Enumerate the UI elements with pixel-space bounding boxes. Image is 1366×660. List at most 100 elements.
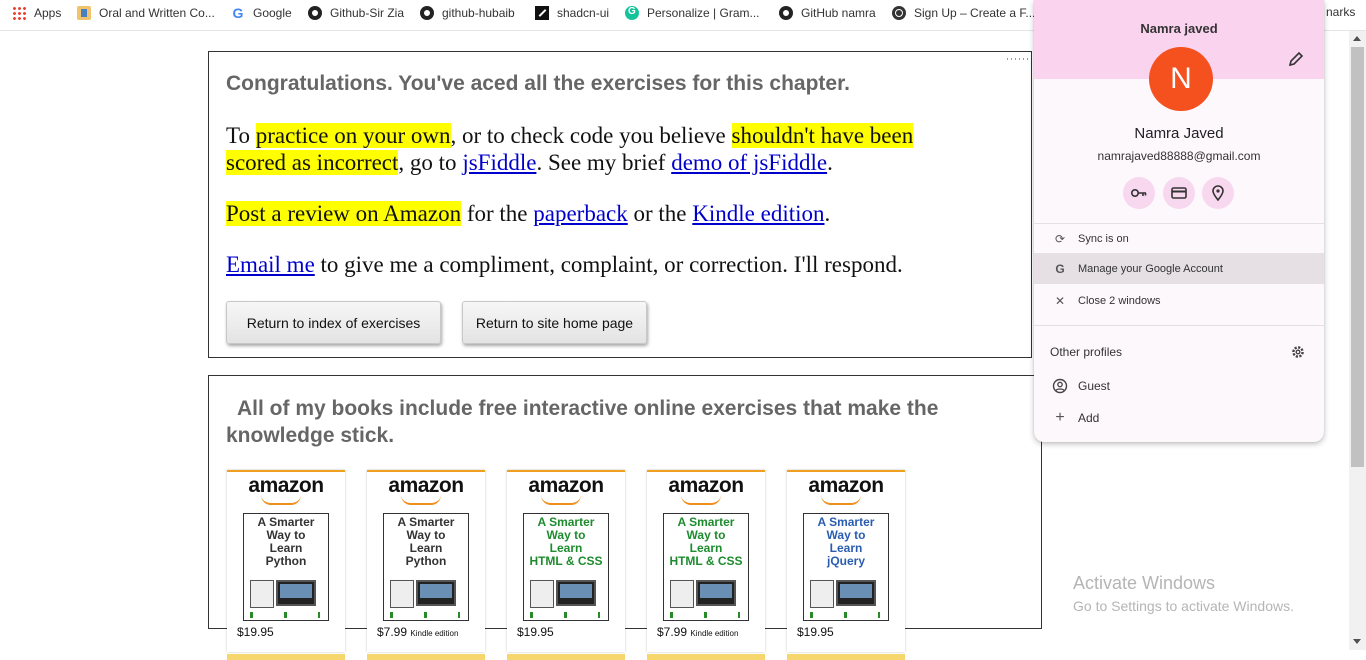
congrats-heading: Congratulations. You've aced all the exe… (226, 72, 850, 95)
cover-steps (250, 612, 320, 618)
buy-button[interactable] (227, 654, 345, 660)
tablet-icon (530, 580, 554, 608)
practice-paragraph: To practice on your own, or to check cod… (226, 123, 914, 148)
bookmark-google[interactable]: G Google (231, 4, 292, 22)
book-price: $7.99 Kindle edition (657, 625, 739, 639)
activate-windows-subtitle: Go to Settings to activate Windows. (1073, 598, 1294, 614)
book-price: $19.95 (237, 625, 274, 639)
highlight-text: Post a review on Amazon (226, 201, 462, 226)
bookmark-label: GitHub namra (801, 6, 876, 20)
grammarly-icon (625, 6, 639, 20)
scroll-down-icon[interactable] (1353, 639, 1361, 644)
tablet-icon (670, 580, 694, 608)
laptop-icon (556, 580, 596, 606)
amazon-smile-icon (821, 495, 861, 505)
addresses-button[interactable] (1202, 177, 1234, 209)
book-cover-title: A Smarter Way to Learn HTML & CSS (669, 515, 743, 568)
other-profiles-heading: Other profiles (1050, 345, 1123, 359)
key-icon (1130, 189, 1147, 198)
location-pin-icon (1212, 185, 1224, 202)
github-icon (779, 6, 793, 20)
guest-profile-item[interactable]: Guest (1034, 370, 1324, 401)
other-bookmarks[interactable]: narks (1326, 5, 1355, 19)
jsfiddle-link[interactable]: jsFiddle (462, 150, 536, 175)
sync-icon: ⟳ (1054, 231, 1066, 246)
book-card[interactable]: amazon A Smarter Way to Learn jQuery $19.95 (787, 470, 905, 660)
profile-email: namrajaved88888@gmail.com (1097, 149, 1261, 163)
shadcn-icon (535, 6, 549, 20)
book-cover-title: A Smarter Way to Learn Python (257, 515, 315, 568)
bookmark-shadcn[interactable]: shadcn-ui (535, 4, 609, 22)
buy-button[interactable] (787, 654, 905, 660)
highlight-text: practice on your own (255, 123, 451, 148)
credit-card-icon (1171, 187, 1187, 199)
book-price: $19.95 (517, 625, 554, 639)
books-heading-line2: knowledge stick. (226, 424, 395, 447)
email-me-link[interactable]: Email me (226, 252, 315, 277)
avatar[interactable]: N (1149, 47, 1213, 111)
book-card[interactable]: amazon A Smarter Way to Learn HTML & CSS $1… (507, 470, 625, 660)
sync-status-item[interactable]: ⟳ Sync is on (1034, 223, 1324, 254)
highlight-text: shouldn't have been (731, 123, 914, 148)
add-profile-item[interactable]: + Add (1034, 402, 1324, 433)
amazon-smile-icon (541, 495, 581, 505)
edit-pencil-icon[interactable] (1288, 51, 1304, 67)
cover-steps (390, 612, 460, 618)
scroll-up-icon[interactable] (1353, 36, 1361, 41)
manage-google-account-item[interactable]: G Manage your Google Account (1034, 253, 1324, 284)
return-to-home-button[interactable]: Return to site home page (462, 301, 647, 344)
buy-button[interactable] (647, 654, 765, 660)
activate-windows-title: Activate Windows (1073, 573, 1216, 593)
bookmark-github-sir-zia[interactable]: Github-Sir Zia (308, 4, 404, 22)
tablet-icon (810, 580, 834, 608)
profile-header-name: Namra javed (1140, 21, 1218, 36)
gear-icon[interactable] (1290, 344, 1306, 360)
bookmark-sign-up[interactable]: Sign Up – Create a F... (892, 4, 1035, 22)
book-card[interactable]: amazon A Smarter Way to Learn HTML & CSS $7… (647, 470, 765, 660)
book-card[interactable]: amazon A Smarter Way to Learn Python $7.99 … (367, 470, 485, 660)
book-cover-title: A Smarter Way to Learn HTML & CSS (529, 515, 603, 568)
laptop-icon (276, 580, 316, 606)
bookmark-github-namra[interactable]: GitHub namra (779, 4, 876, 22)
google-icon: G (232, 5, 244, 21)
add-icon: + (1055, 408, 1065, 426)
return-to-index-button[interactable]: Return to index of exercises (226, 301, 441, 344)
chapter-complete-box: Congratulations. You've aced all the exe… (208, 51, 1032, 358)
book-cover-title: A Smarter Way to Learn jQuery (817, 515, 875, 568)
buy-button[interactable] (507, 654, 625, 660)
amazon-smile-icon (401, 495, 441, 505)
kindle-edition-link[interactable]: Kindle edition (692, 201, 824, 226)
laptop-icon (836, 580, 876, 606)
bookmark-label: Personalize | Gram... (647, 6, 760, 20)
books-heading-line1: All of my books include free interactive… (237, 397, 939, 420)
bookmark-oral-written[interactable]: Oral and Written Co... (77, 4, 215, 22)
close-icon: ✕ (1054, 293, 1066, 308)
bookmark-grammarly[interactable]: Personalize | Gram... (625, 4, 760, 22)
paperback-link[interactable]: paperback (533, 201, 628, 226)
bookmark-label: Sign Up – Create a F... (914, 6, 1036, 20)
guest-icon (1052, 378, 1068, 393)
buy-button[interactable] (367, 654, 485, 660)
book-price: $7.99 Kindle edition (377, 625, 459, 639)
github-icon (308, 6, 322, 20)
practice-paragraph-line2: scored as incorrect, go to jsFiddle. See… (226, 150, 833, 175)
tablet-icon (390, 580, 414, 608)
close-windows-item[interactable]: ✕ Close 2 windows (1034, 285, 1324, 316)
book-cover: A Smarter Way to Learn Python (383, 513, 469, 621)
google-g-icon: G (1055, 261, 1065, 276)
bookmark-label: Google (253, 6, 292, 20)
scrollbar-thumb[interactable] (1351, 47, 1364, 467)
book-card[interactable]: amazon A Smarter Way to Learn Python $19.95 (227, 470, 345, 660)
bookmark-label: Apps (34, 6, 62, 20)
bookmark-apps[interactable]: Apps (12, 4, 61, 22)
review-paragraph: Post a review on Amazon for the paperbac… (226, 201, 831, 226)
globe-icon (892, 6, 906, 20)
bookmark-github-hubaib[interactable]: github-hubaib (420, 4, 515, 22)
cover-steps (670, 612, 740, 618)
bookmark-label: Github-Sir Zia (330, 6, 405, 20)
payment-methods-button[interactable] (1163, 177, 1195, 209)
demo-jsfiddle-link[interactable]: demo of jsFiddle (671, 150, 827, 175)
passwords-button[interactable] (1123, 177, 1155, 209)
book-cover: A Smarter Way to Learn HTML & CSS (663, 513, 749, 621)
book-cover: A Smarter Way to Learn Python (243, 513, 329, 621)
